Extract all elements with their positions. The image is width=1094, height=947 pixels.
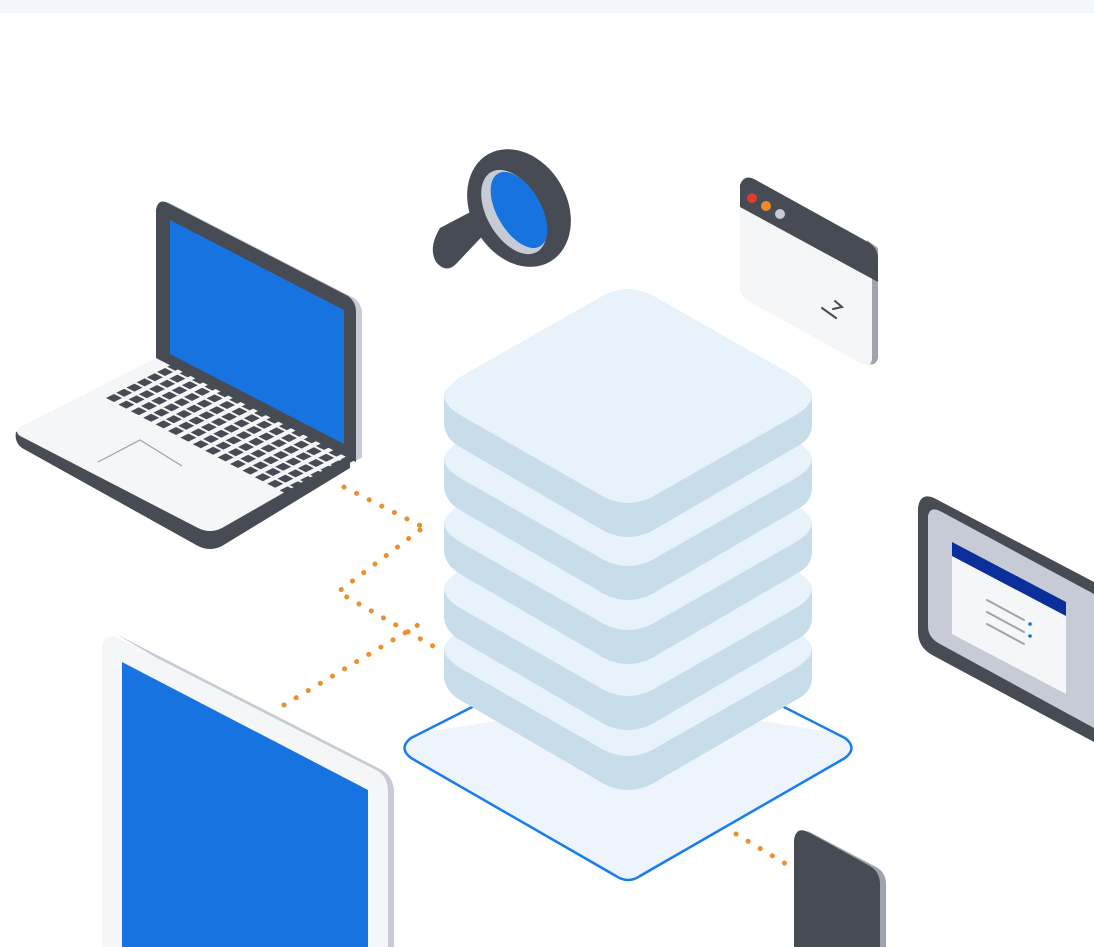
connector-phone-db — [733, 831, 799, 873]
window-minimize-dot — [761, 201, 771, 211]
illustration-canvas — [0, 0, 1094, 947]
browser-window-icon — [740, 177, 878, 366]
phone-icon — [794, 830, 886, 947]
connector-monitor-db — [281, 622, 421, 708]
desktop-monitor-icon — [102, 634, 394, 947]
window-maximize-dot — [775, 209, 785, 219]
connector-zigzag — [333, 527, 443, 653]
window-close-dot — [747, 193, 757, 203]
magnifier-icon — [432, 149, 571, 269]
tablet-icon — [918, 496, 1094, 742]
network-illustration — [15, 149, 1094, 947]
connector-laptop-db — [341, 484, 428, 531]
laptop-icon — [15, 200, 362, 549]
database-stack-icon — [444, 289, 812, 790]
